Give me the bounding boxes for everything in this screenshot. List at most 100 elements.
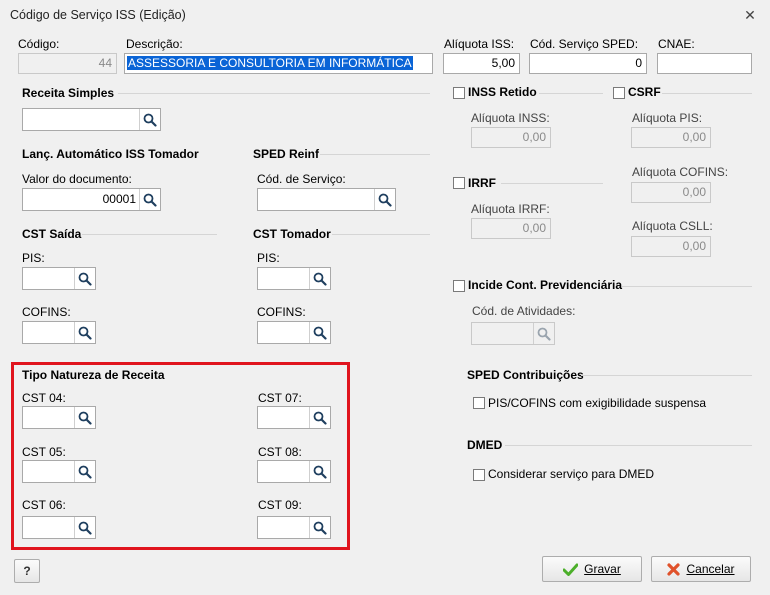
- cancelar-label: Cancelar: [686, 562, 735, 576]
- cst06-lookup[interactable]: [22, 516, 96, 539]
- aliquota-inss-field[interactable]: 0,00: [471, 127, 551, 148]
- aliquota-pis-field[interactable]: 0,00: [631, 127, 711, 148]
- check-icon: [563, 563, 579, 576]
- cod-servico-lookup[interactable]: [257, 188, 396, 211]
- inss-retido-checkbox[interactable]: [453, 87, 465, 99]
- dmed-title: DMED: [467, 438, 503, 452]
- help-button[interactable]: ?: [14, 559, 40, 583]
- cst-tomador-cofins-label: COFINS:: [257, 305, 306, 319]
- cst-saida-pis-label: PIS:: [22, 251, 45, 265]
- aliquota-cofins-label: Alíquota COFINS:: [632, 165, 729, 179]
- search-icon[interactable]: [74, 322, 95, 343]
- section-divider: [622, 286, 752, 287]
- valor-documento-label: Valor do documento:: [22, 172, 132, 186]
- natureza-title: Tipo Natureza de Receita: [22, 368, 165, 382]
- cst-tomador-pis-label: PIS:: [257, 251, 280, 265]
- irrf-checkbox[interactable]: [453, 177, 465, 189]
- aliquota-pis-label: Alíquota PIS:: [632, 111, 703, 125]
- dmed-checkbox[interactable]: [473, 469, 485, 481]
- cst07-lookup[interactable]: [257, 406, 331, 429]
- gravar-button[interactable]: Gravar: [542, 556, 642, 582]
- cst-saida-cofins-label: COFINS:: [22, 305, 71, 319]
- search-icon[interactable]: [533, 323, 554, 344]
- descricao-field[interactable]: ASSESSORIA E CONSULTORIA EM INFORMÁTICA: [124, 53, 433, 74]
- section-divider: [662, 93, 752, 94]
- cst09-lookup[interactable]: [257, 516, 331, 539]
- cst-tomador-pis-lookup[interactable]: [257, 267, 331, 290]
- search-icon[interactable]: [74, 517, 95, 538]
- cst09-label: CST 09:: [258, 498, 302, 512]
- cod-atividades-lookup[interactable]: [471, 322, 555, 345]
- cst-saida-cofins-lookup[interactable]: [22, 321, 96, 344]
- section-divider: [118, 93, 430, 94]
- valor-documento-value: 00001: [102, 192, 136, 206]
- search-icon[interactable]: [139, 189, 160, 210]
- aliquota-csll-field[interactable]: 0,00: [631, 236, 711, 257]
- cst06-label: CST 06:: [22, 498, 66, 512]
- sped-reinf-title: SPED Reinf: [253, 147, 320, 161]
- search-icon[interactable]: [309, 407, 330, 428]
- cst-tomador-cofins-lookup[interactable]: [257, 321, 331, 344]
- cnae-field[interactable]: [657, 53, 752, 74]
- search-icon[interactable]: [74, 268, 95, 289]
- cst-tomador-title: CST Tomador: [253, 227, 331, 241]
- inss-retido-title: INSS Retido: [468, 85, 537, 99]
- dmed-label: Considerar serviço para DMED: [488, 467, 655, 481]
- cst-saida-title: CST Saída: [22, 227, 82, 241]
- section-divider: [332, 234, 430, 235]
- cst08-lookup[interactable]: [257, 460, 331, 483]
- aliquota-iss-label: Alíquota ISS:: [444, 37, 515, 51]
- aliquota-iss-field[interactable]: 5,00: [443, 53, 520, 74]
- sped-code-field[interactable]: 0: [529, 53, 647, 74]
- descricao-label: Descrição:: [126, 37, 183, 51]
- sped-code-label: Cód. Serviço SPED:: [530, 37, 639, 51]
- cst08-label: CST 08:: [258, 445, 302, 459]
- cst05-lookup[interactable]: [22, 460, 96, 483]
- cst04-label: CST 04:: [22, 391, 66, 405]
- pis-cofins-suspensa-label: PIS/COFINS com exigibilidade suspensa: [488, 396, 707, 410]
- cod-servico-label: Cód. de Serviço:: [257, 172, 346, 186]
- aliquota-irrf-label: Alíquota IRRF:: [471, 202, 550, 216]
- valor-documento-lookup[interactable]: 00001: [22, 188, 161, 211]
- gravar-label: Gravar: [584, 562, 621, 576]
- aliquota-inss-label: Alíquota INSS:: [471, 111, 550, 125]
- receita-simples-title: Receita Simples: [22, 86, 115, 100]
- csrf-checkbox[interactable]: [613, 87, 625, 99]
- aliquota-irrf-field[interactable]: 0,00: [471, 218, 551, 239]
- search-icon[interactable]: [374, 189, 395, 210]
- codigo-label: Código:: [18, 37, 60, 51]
- cst-saida-pis-lookup[interactable]: [22, 267, 96, 290]
- codigo-field[interactable]: 44: [18, 53, 117, 74]
- previdenciaria-title: Incide Cont. Previdenciária: [468, 278, 623, 292]
- descricao-value: ASSESSORIA E CONSULTORIA EM INFORMÁTICA: [127, 56, 413, 70]
- close-icon[interactable]: ✕: [740, 5, 760, 25]
- search-icon[interactable]: [74, 461, 95, 482]
- cod-atividades-label: Cód. de Atividades:: [472, 304, 576, 318]
- search-icon[interactable]: [309, 461, 330, 482]
- cnae-label: CNAE:: [658, 37, 695, 51]
- cst07-label: CST 07:: [258, 391, 302, 405]
- section-divider: [539, 93, 603, 94]
- section-divider: [320, 154, 430, 155]
- lanc-auto-title: Lanç. Automático ISS Tomador: [22, 147, 199, 161]
- csrf-title: CSRF: [628, 85, 661, 99]
- previdenciaria-checkbox[interactable]: [453, 280, 465, 292]
- sped-contrib-title: SPED Contribuições: [467, 368, 584, 382]
- section-divider: [505, 445, 752, 446]
- x-icon: [667, 562, 681, 576]
- irrf-title: IRRF: [468, 176, 496, 190]
- section-divider: [581, 375, 752, 376]
- section-divider: [82, 234, 217, 235]
- cancelar-button[interactable]: Cancelar: [651, 556, 751, 582]
- pis-cofins-suspensa-checkbox[interactable]: [473, 397, 485, 409]
- aliquota-cofins-field[interactable]: 0,00: [631, 182, 711, 203]
- search-icon[interactable]: [74, 407, 95, 428]
- search-icon[interactable]: [309, 322, 330, 343]
- window-title: Código de Serviço ISS (Edição): [10, 8, 186, 22]
- cst04-lookup[interactable]: [22, 406, 96, 429]
- search-icon[interactable]: [139, 109, 160, 130]
- cst05-label: CST 05:: [22, 445, 66, 459]
- receita-simples-lookup[interactable]: [22, 108, 161, 131]
- search-icon[interactable]: [309, 517, 330, 538]
- search-icon[interactable]: [309, 268, 330, 289]
